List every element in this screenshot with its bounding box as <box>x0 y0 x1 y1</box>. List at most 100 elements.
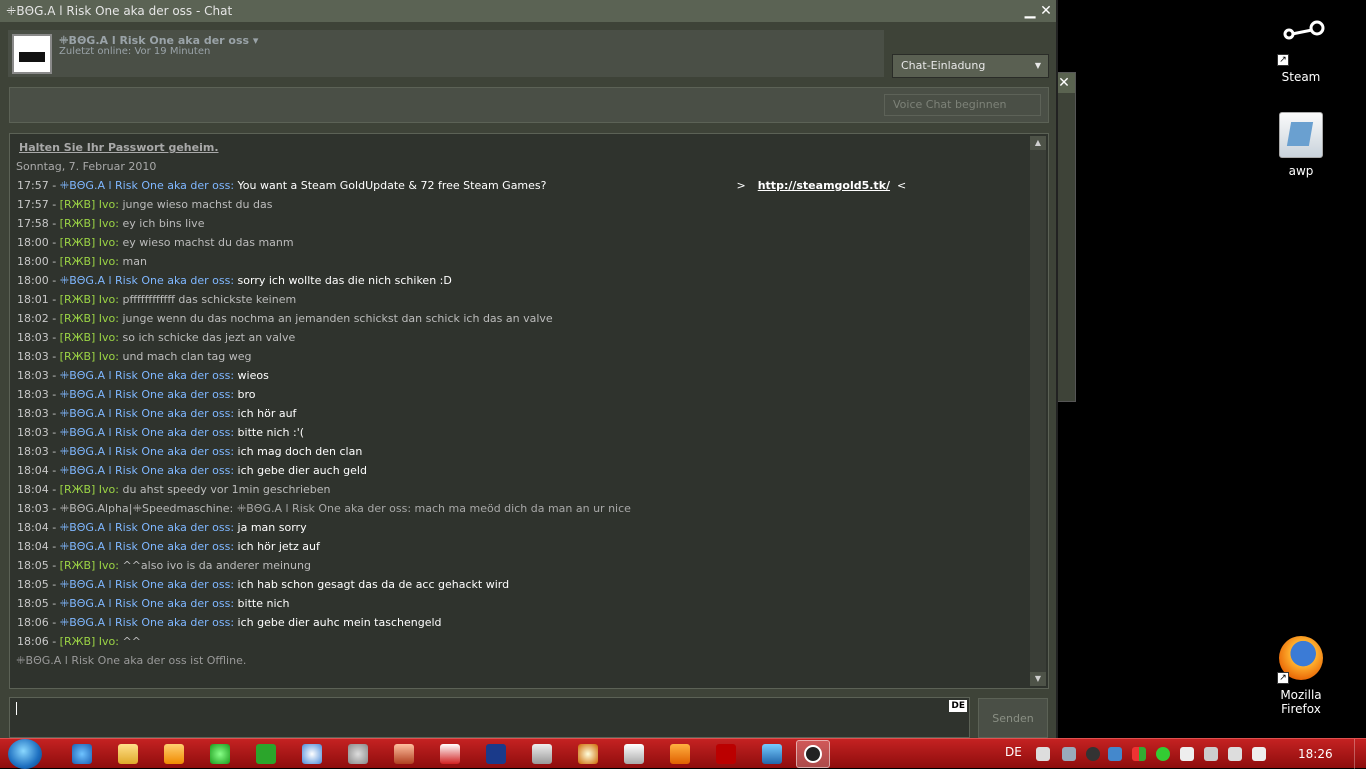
message-time: 18:04 - <box>17 483 60 496</box>
message-sender: [RЖB] Ivo <box>59 217 116 230</box>
gear-icon[interactable] <box>348 744 368 764</box>
message-text: ich hör jetz auf <box>237 540 320 553</box>
steam-icon: ↗ <box>1277 18 1325 66</box>
message-text: bro <box>237 388 256 401</box>
message-sender: ꔰBΘG.A l Risk One aka der oss <box>59 426 231 439</box>
show-desktop-button[interactable] <box>1354 739 1366 769</box>
chat-message: 18:06 - [RЖB] Ivo: ^^ <box>17 635 141 648</box>
flag-icon[interactable] <box>1180 747 1194 761</box>
network-icon[interactable] <box>762 744 782 764</box>
message-sender: [RЖB] Ivo <box>59 350 116 363</box>
message-text: ^^also ivo is da anderer meinung <box>122 559 311 572</box>
browser-icon[interactable] <box>302 744 322 764</box>
clover-icon[interactable] <box>210 744 230 764</box>
network-tray-icon[interactable] <box>1228 747 1242 761</box>
shortcut-arrow-icon: ↗ <box>1277 672 1289 684</box>
message-sender: ꔰBΘG.Alpha|ꔰSpeedmaschine <box>59 502 230 515</box>
message-time: 18:05 - <box>17 559 60 572</box>
scroll-down-icon[interactable]: ▼ <box>1030 672 1046 686</box>
minimize-icon[interactable]: ▁ <box>1022 0 1038 22</box>
message-text: sorry ich wollte das die nich schiken :D <box>237 274 452 287</box>
shortcut-arrow-icon: ↗ <box>1277 54 1289 66</box>
store-icon[interactable] <box>624 744 644 764</box>
tray-icon[interactable] <box>1204 747 1218 761</box>
close-icon[interactable]: ✕ <box>1038 0 1054 22</box>
window-titlebar[interactable]: ꔰBΘG.A l Risk One aka der oss - Chat ▁ ✕ <box>0 0 1056 22</box>
taskbar-steam-chat[interactable] <box>796 740 830 768</box>
message-sender: ꔰBΘG.A l Risk One aka der oss <box>59 540 231 553</box>
chat-message: 18:03 - ꔰBΘG.A l Risk One aka der oss: b… <box>17 426 305 439</box>
tray-language[interactable]: DE <box>1005 745 1022 759</box>
tray-icon[interactable] <box>1132 747 1146 761</box>
tray-icon[interactable] <box>1062 747 1076 761</box>
message-time: 17:57 - <box>17 198 60 211</box>
desktop-icon-steam[interactable]: ↗ Steam <box>1261 18 1341 84</box>
message-sender: ꔰBΘG.A l Risk One aka der oss <box>59 616 231 629</box>
voice-chat-button[interactable]: Voice Chat beginnen <box>884 94 1041 116</box>
message-sender: ꔰBΘG.A l Risk One aka der oss <box>59 578 231 591</box>
message-sender: [RЖB] Ivo <box>59 635 116 648</box>
message-time: 18:05 - <box>17 578 60 591</box>
message-text: pffffffffffff das schickste keinem <box>122 293 297 306</box>
tray-icon[interactable] <box>1108 747 1122 761</box>
chat-message: 17:58 - [RЖB] Ivo: ey ich bins live <box>17 217 205 230</box>
send-button[interactable]: Senden <box>978 698 1048 738</box>
desktop-icon-firefox[interactable]: ↗ Mozilla Firefox <box>1261 636 1341 716</box>
tray-icon[interactable] <box>1156 747 1170 761</box>
filezilla-icon[interactable] <box>716 744 736 764</box>
tray-steam-icon[interactable] <box>1086 747 1100 761</box>
chat-invite-dropdown[interactable]: Chat-Einladung ▼ <box>892 54 1049 78</box>
message-sender: ꔰBΘG.A l Risk One aka der oss <box>59 388 231 401</box>
message-sender: ꔰBΘG.A l Risk One aka der oss <box>59 369 231 382</box>
message-time: 18:05 - <box>17 597 60 610</box>
desktop-icon-label: awp <box>1288 164 1314 178</box>
clock[interactable]: 18:26 <box>1298 747 1333 761</box>
desktop-icon-awp[interactable]: awp <box>1261 112 1341 178</box>
message-time: 18:04 - <box>17 540 60 553</box>
message-text: und mach clan tag weg <box>122 350 252 363</box>
message-text: ja man sorry <box>237 521 307 534</box>
chat-invite-label: Chat-Einladung <box>901 59 986 72</box>
message-time: 18:00 - <box>17 274 60 287</box>
message-text: junge wieso machst du das <box>122 198 273 211</box>
message-time: 18:03 - <box>17 331 60 344</box>
chat-message: 18:04 - ꔰBΘG.A l Risk One aka der oss: i… <box>17 540 320 553</box>
message-link[interactable]: http://steamgold5.tk/ <box>758 179 890 192</box>
message-input[interactable]: DE <box>9 697 970 738</box>
ie-icon[interactable] <box>72 744 92 764</box>
utorrent-icon[interactable] <box>256 744 276 764</box>
vlc-icon[interactable] <box>670 744 690 764</box>
fs-icon[interactable] <box>486 744 506 764</box>
avatar[interactable] <box>12 34 52 74</box>
scroll-up-icon[interactable]: ▲ <box>1030 136 1046 150</box>
chat-app-icon[interactable] <box>440 744 460 764</box>
house-icon[interactable] <box>394 744 414 764</box>
calculator-icon[interactable] <box>532 744 552 764</box>
message-text: wieos <box>237 369 269 382</box>
volume-icon[interactable] <box>1252 747 1266 761</box>
paint-icon[interactable] <box>578 744 598 764</box>
chat-scrollbar[interactable]: ▲ ▼ <box>1030 136 1046 686</box>
message-time: 18:03 - <box>17 407 60 420</box>
message-text: so ich schicke das jezt an valve <box>122 331 296 344</box>
window-title: ꔰBΘG.A l Risk One aka der oss - Chat <box>6 4 233 18</box>
file-icon <box>1277 112 1325 160</box>
message-time: 18:01 - <box>17 293 60 306</box>
chat-message: 18:04 - ꔰBΘG.A l Risk One aka der oss: j… <box>17 521 307 534</box>
folder-icon[interactable] <box>118 744 138 764</box>
message-text: ey ich bins live <box>122 217 205 230</box>
message-time: 17:58 - <box>17 217 60 230</box>
media-player-icon[interactable] <box>164 744 184 764</box>
message-sender: ꔰBΘG.A l Risk One aka der oss <box>59 597 231 610</box>
message-time: 18:03 - <box>17 350 60 363</box>
chat-message: 18:05 - [RЖB] Ivo: ^^also ivo is da ande… <box>17 559 311 572</box>
message-time: 18:03 - <box>17 502 60 515</box>
start-button[interactable] <box>8 739 42 769</box>
chat-window: ꔰBΘG.A l Risk One aka der oss - Chat ▁ ✕… <box>0 0 1058 738</box>
link-suffix: < <box>897 179 907 192</box>
password-warning[interactable]: Halten Sie Ihr Passwort geheim. <box>16 138 1022 157</box>
message-text: ich gebe dier auhc mein taschengeld <box>237 616 442 629</box>
chat-message: 18:03 - [RЖB] Ivo: und mach clan tag weg <box>17 350 252 363</box>
tray-icon[interactable] <box>1036 747 1050 761</box>
link-prefix: > <box>736 179 746 192</box>
